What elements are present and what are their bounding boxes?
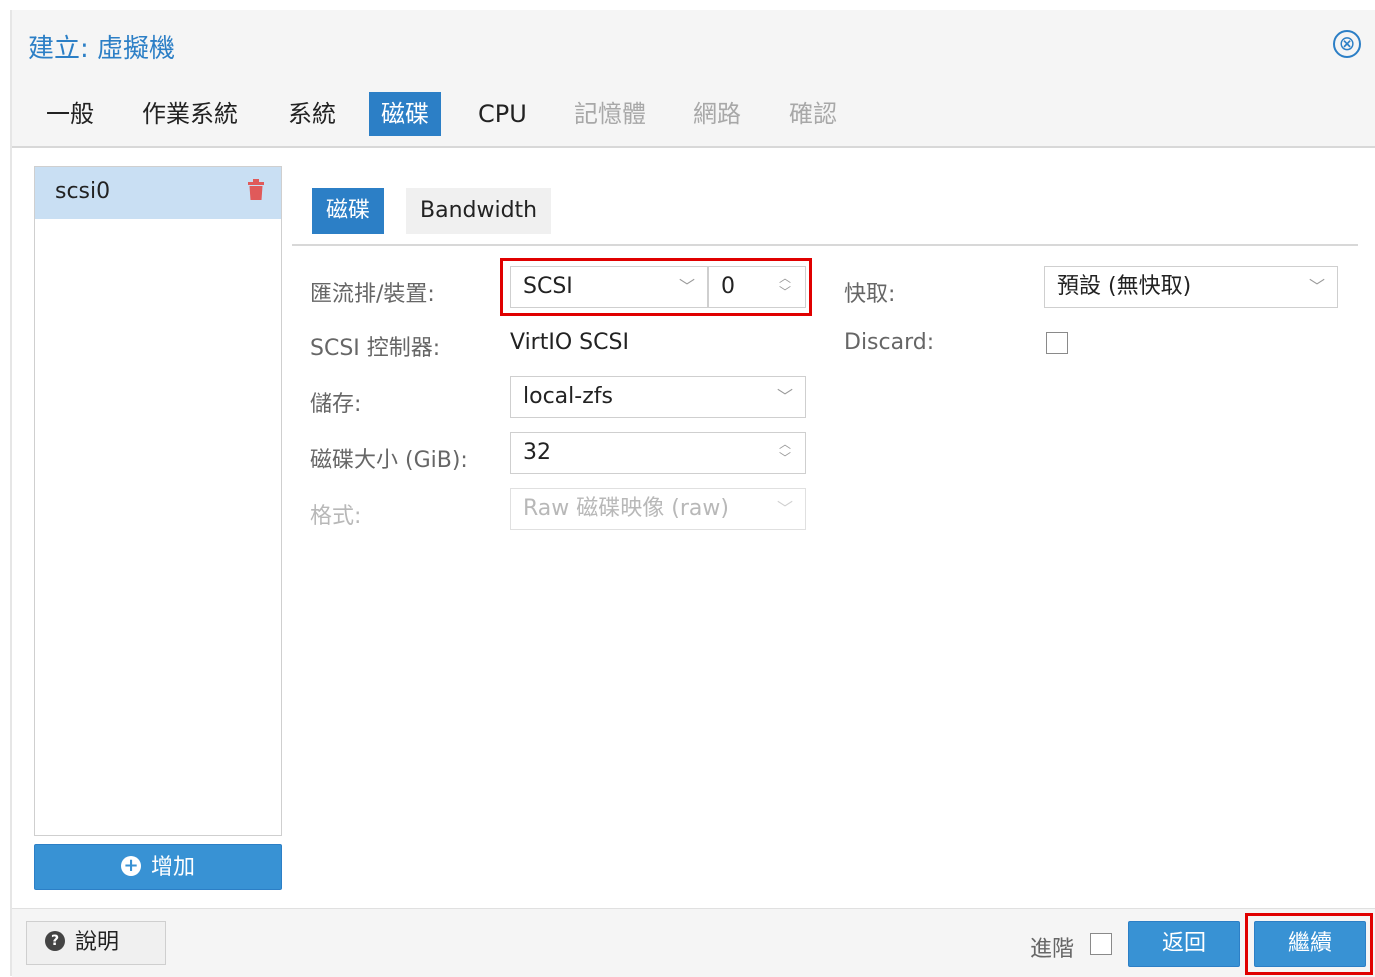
storage-select[interactable]: local-zfs ﹀ bbox=[510, 376, 806, 418]
inner-tab-divider bbox=[292, 244, 1358, 246]
format-label: 格式: bbox=[310, 504, 362, 529]
dialog-footer: ? 說明 進階 返回 繼續 bbox=[12, 908, 1375, 977]
tab-system[interactable]: 系統 bbox=[276, 92, 348, 136]
trash-icon[interactable] bbox=[247, 179, 265, 201]
chevron-down-icon: ﹀ bbox=[678, 277, 695, 296]
inner-tab-bandwidth[interactable]: Bandwidth bbox=[406, 188, 552, 234]
cache-select[interactable]: 預設 (無快取) ﹀ bbox=[1044, 266, 1338, 308]
format-value: Raw 磁碟映像 (raw) bbox=[523, 496, 729, 521]
spinner-icon[interactable]: ︿ ﹀ bbox=[777, 271, 793, 303]
help-button[interactable]: ? 說明 bbox=[26, 921, 166, 965]
disk-list: scsi0 bbox=[34, 166, 282, 836]
tab-os[interactable]: 作業系統 bbox=[130, 92, 250, 136]
tab-memory[interactable]: 記憶體 bbox=[562, 92, 658, 136]
tab-network[interactable]: 網路 bbox=[681, 92, 753, 136]
create-vm-dialog: 建立: 虛擬機 ⊗ 一般 作業系統 系統 磁碟 CPU 記憶體 網路 確認 sc… bbox=[10, 10, 1375, 977]
tab-cpu[interactable]: CPU bbox=[466, 92, 539, 136]
title-bar: 建立: 虛擬機 ⊗ bbox=[12, 10, 1375, 80]
disk-size-label: 磁碟大小 (GiB): bbox=[310, 448, 468, 473]
question-circle-icon: ? bbox=[45, 931, 65, 951]
scsi-controller-label: SCSI 控制器: bbox=[310, 336, 441, 361]
chevron-down-icon: ﹀ bbox=[776, 499, 793, 518]
format-select[interactable]: Raw 磁碟映像 (raw) ﹀ bbox=[510, 488, 806, 530]
storage-label: 儲存: bbox=[310, 392, 362, 417]
tab-disks[interactable]: 磁碟 bbox=[369, 92, 441, 136]
discard-checkbox[interactable] bbox=[1046, 332, 1068, 354]
disk-size-input[interactable]: 32 ︿ ﹀ bbox=[510, 432, 806, 474]
chevron-down-icon: ﹀ bbox=[776, 387, 793, 406]
add-disk-button[interactable]: + 增加 bbox=[34, 844, 282, 890]
advanced-label: 進階 bbox=[1030, 937, 1075, 962]
wizard-tab-bar: 一般 作業系統 系統 磁碟 CPU 記憶體 網路 確認 bbox=[12, 80, 1375, 148]
wizard-body: scsi0 + 增加 磁碟 Bandwidth 匯流排/裝置: SCSI ﹀ 0 … bbox=[12, 148, 1375, 908]
tab-confirm[interactable]: 確認 bbox=[777, 92, 849, 136]
plus-circle-icon: + bbox=[120, 856, 141, 876]
disk-size-value: 32 bbox=[523, 440, 551, 465]
tab-general[interactable]: 一般 bbox=[34, 92, 106, 136]
bus-select[interactable]: SCSI ﹀ bbox=[510, 266, 708, 308]
chevron-down-icon: ﹀ bbox=[1308, 277, 1325, 296]
help-label: 說明 bbox=[75, 930, 120, 955]
storage-value: local-zfs bbox=[523, 384, 613, 409]
close-icon[interactable]: ⊗ bbox=[1333, 30, 1361, 58]
cache-value: 預設 (無快取) bbox=[1057, 274, 1192, 299]
disk-item-label: scsi0 bbox=[55, 179, 111, 204]
back-button[interactable]: 返回 bbox=[1128, 921, 1240, 967]
next-button[interactable]: 繼續 bbox=[1254, 921, 1366, 967]
bus-value: SCSI bbox=[523, 274, 573, 299]
inner-tab-disk[interactable]: 磁碟 bbox=[312, 188, 385, 234]
advanced-checkbox[interactable] bbox=[1090, 933, 1112, 955]
disk-list-item[interactable]: scsi0 bbox=[35, 167, 281, 219]
device-number-input[interactable]: 0 ︿ ﹀ bbox=[708, 266, 806, 308]
spinner-icon[interactable]: ︿ ﹀ bbox=[777, 437, 793, 469]
device-value: 0 bbox=[721, 274, 735, 299]
cache-label: 快取: bbox=[844, 282, 896, 307]
scsi-controller-value: VirtIO SCSI bbox=[510, 330, 629, 355]
dialog-title: 建立: 虛擬機 bbox=[28, 34, 176, 64]
add-disk-label: 增加 bbox=[150, 855, 195, 880]
discard-label: Discard: bbox=[844, 330, 935, 355]
bus-device-label: 匯流排/裝置: bbox=[310, 282, 435, 307]
